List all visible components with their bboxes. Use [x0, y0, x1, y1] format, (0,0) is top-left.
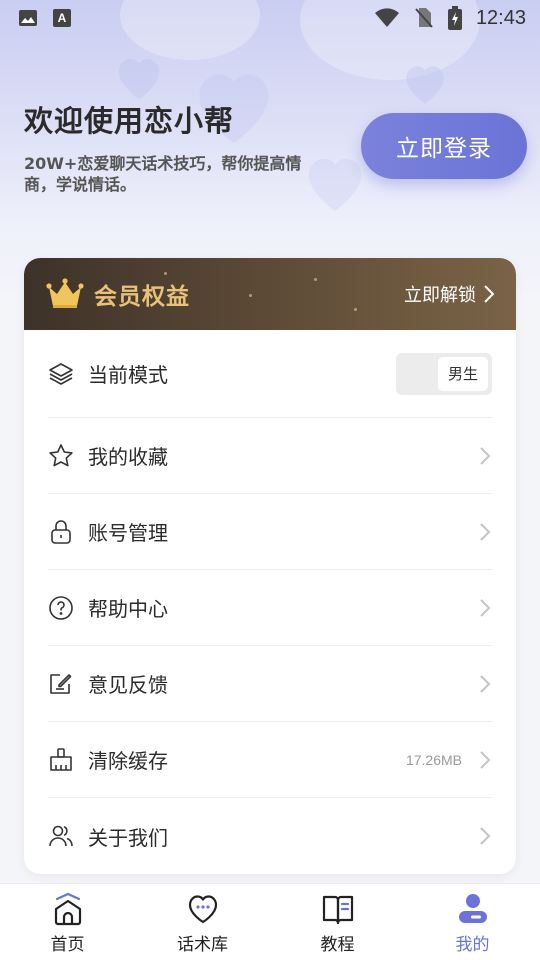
menu-label: 意见反馈	[88, 673, 168, 697]
menu-row-account[interactable]: 账号管理	[48, 494, 492, 570]
vip-banner[interactable]: 会员权益 立即解锁	[24, 258, 516, 330]
vip-unlock-link[interactable]: 立即解锁	[404, 281, 494, 307]
menu-label: 关于我们	[88, 825, 168, 850]
welcome-title: 欢迎使用恋小帮	[24, 104, 235, 138]
menu-row-mode: 当前模式 男生	[48, 330, 492, 418]
chevron-right-icon	[480, 446, 491, 465]
clock: 12:43	[475, 6, 526, 29]
menu-label: 帮助中心	[88, 597, 168, 621]
tab-label: 话术库	[177, 935, 228, 955]
sparkle-decoration	[314, 278, 317, 281]
menu-row-favorites[interactable]: 我的收藏	[48, 418, 492, 494]
tab-label: 我的	[455, 935, 490, 955]
menu-row-help[interactable]: 帮助中心	[48, 570, 492, 646]
menu-row-about[interactable]: 关于我们	[48, 798, 492, 874]
star-icon	[48, 443, 74, 469]
battery-charging-icon	[447, 6, 462, 30]
chevron-right-icon	[480, 750, 491, 769]
mode-toggle[interactable]: 男生	[396, 352, 492, 395]
font-a-icon: A	[53, 9, 71, 27]
home-icon	[54, 892, 81, 926]
cache-size: 17.26MB	[405, 751, 462, 768]
settings-menu: 当前模式 男生 我的收藏 账号管理 帮助中心 意见反馈 清除缓存 17.26MB…	[24, 330, 516, 874]
help-circle-icon	[48, 595, 74, 621]
book-icon	[322, 895, 353, 925]
tab-label: 首页	[50, 935, 85, 955]
broom-icon	[48, 747, 74, 773]
menu-label: 当前模式	[88, 363, 168, 387]
heart-chat-icon	[188, 895, 217, 924]
heart-decoration-icon	[406, 66, 444, 104]
tab-home[interactable]: 首页	[0, 884, 135, 960]
bottom-tab-bar: 首页 话术库 教程 我的	[0, 884, 540, 960]
feedback-edit-icon	[48, 671, 74, 697]
chevron-right-icon	[480, 674, 491, 693]
lock-icon	[48, 519, 74, 545]
sparkle-decoration	[354, 308, 357, 311]
no-sim-icon	[415, 8, 433, 28]
vip-unlock-label: 立即解锁	[404, 285, 476, 306]
sparkle-decoration	[164, 272, 167, 275]
profile-icon	[458, 894, 487, 923]
mode-toggle-value: 男生	[438, 356, 488, 391]
menu-row-clear-cache[interactable]: 清除缓存 17.26MB	[48, 722, 492, 798]
chevron-right-icon	[480, 598, 491, 617]
layers-icon	[48, 361, 74, 387]
heart-decoration-icon	[118, 59, 160, 100]
crown-icon	[46, 278, 84, 308]
vip-title: 会员权益	[94, 284, 190, 310]
tab-phrases[interactable]: 话术库	[135, 884, 270, 960]
login-button[interactable]: 立即登录	[361, 113, 527, 179]
tab-label: 教程	[320, 935, 355, 955]
chevron-right-icon	[480, 827, 491, 845]
profile-screen: A 12:43 欢迎使用恋小帮 20W+恋爱聊天话术技巧，帮你提高情商，学说情话…	[0, 0, 540, 960]
wifi-icon	[374, 8, 399, 27]
menu-label: 账号管理	[88, 521, 168, 545]
gallery-icon	[19, 10, 37, 26]
svg-text:A: A	[58, 11, 67, 25]
users-icon	[48, 823, 74, 849]
tab-tutorial[interactable]: 教程	[270, 884, 405, 960]
status-bar: A 12:43	[0, 0, 540, 36]
menu-row-feedback[interactable]: 意见反馈	[48, 646, 492, 722]
sparkle-decoration	[249, 294, 252, 297]
menu-label: 清除缓存	[88, 749, 168, 773]
welcome-subtitle: 20W+恋爱聊天话术技巧，帮你提高情商，学说情话。	[24, 154, 302, 194]
tab-mine[interactable]: 我的	[405, 884, 540, 960]
chevron-right-icon	[484, 285, 494, 303]
menu-label: 我的收藏	[88, 445, 168, 469]
profile-card: 会员权益 立即解锁 当前模式 男生 我的收藏 账号管理 帮助中心 意见反馈 清除…	[24, 258, 516, 874]
chevron-right-icon	[480, 522, 491, 541]
